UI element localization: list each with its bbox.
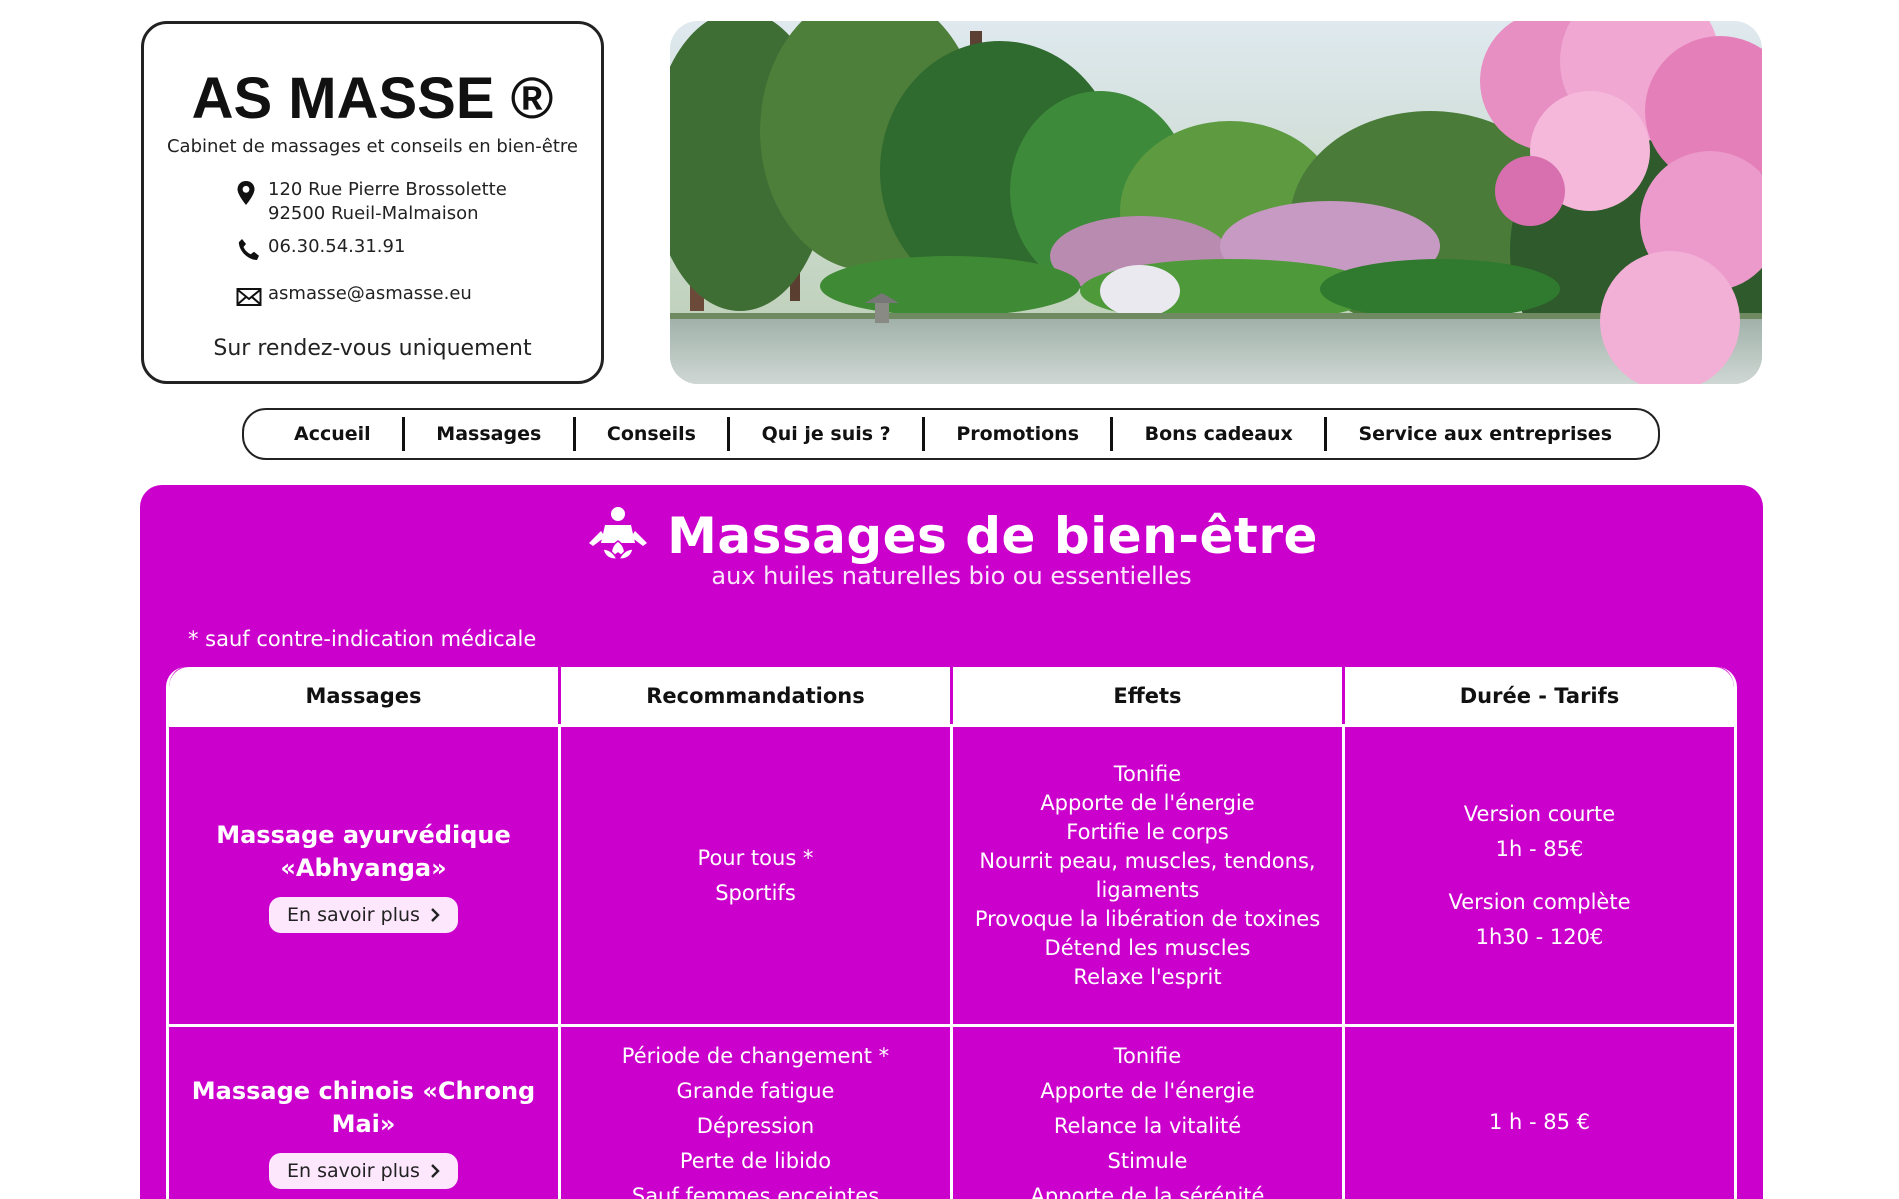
map-pin-icon: [236, 178, 268, 208]
column-header-recommandations: Recommandations: [558, 667, 950, 724]
garden-banner-image: [670, 21, 1762, 384]
phone-icon: [236, 235, 268, 265]
effect-item: Provoque la libération de toxines: [974, 906, 1321, 931]
brand-title: AS MASSE ®: [191, 66, 554, 131]
effects-cell: Tonifie Apporte de l'énergie Fortifie le…: [950, 727, 1342, 1024]
brand-tagline: Cabinet de massages et conseils en bien-…: [166, 136, 578, 157]
price-label: Version complète: [1448, 889, 1631, 914]
recommendation-item: Sauf femmes enceintes: [631, 1184, 880, 1199]
chevron-right-icon: [431, 907, 440, 922]
massage-cell: Massage chinois «Chrong Mai» En savoir p…: [169, 1027, 558, 1199]
nav-divider: [1110, 417, 1114, 451]
effect-item: Tonifie: [1113, 761, 1182, 786]
recommendations-cell: Période de changement * Grande fatigue D…: [558, 1027, 950, 1199]
column-header-duree-tarifs: Durée - Tarifs: [1342, 667, 1734, 724]
nav-divider: [922, 417, 926, 451]
nav-accueil[interactable]: Accueil: [288, 423, 377, 445]
price-label: Version courte: [1463, 801, 1616, 826]
effect-item: Tonifie: [1113, 1044, 1182, 1068]
recommendation-item: Période de changement *: [621, 1044, 890, 1068]
learn-more-label: En savoir plus: [287, 903, 420, 926]
effects-cell: Tonifie Apporte de l'énergie Relance la …: [950, 1027, 1342, 1199]
nav-service-entreprises[interactable]: Service aux entreprises: [1352, 423, 1618, 445]
email-row[interactable]: asmasse@asmasse.eu: [236, 282, 472, 312]
price-value: 1h - 85€: [1495, 836, 1584, 861]
address-row: 120 Rue Pierre Brossolette 92500 Rueil-M…: [236, 178, 507, 226]
address-line-2: 92500 Rueil-Malmaison: [268, 203, 479, 224]
table-row: Massage ayurvédique «Abhyanga» En savoir…: [169, 724, 1734, 1024]
panel-title-row: Massages de bien-être: [140, 505, 1763, 567]
lotus-meditation-icon: [585, 505, 651, 567]
contact-card: AS MASSE ® Cabinet de massages et consei…: [141, 21, 604, 384]
effect-item: Nourrit peau, muscles, tendons,: [979, 848, 1316, 873]
phone-link[interactable]: 06.30.54.31.91: [268, 235, 405, 259]
column-header-massages: Massages: [305, 683, 422, 708]
effect-item: Relance la vitalité: [1053, 1114, 1242, 1138]
table-header: Massages Recommandations Effets Durée - …: [169, 667, 1734, 724]
email-link[interactable]: asmasse@asmasse.eu: [268, 282, 472, 306]
effect-item: Détend les muscles: [1044, 935, 1251, 960]
nav-bons-cadeaux[interactable]: Bons cadeaux: [1139, 423, 1299, 445]
massage-name: Massage chinois «Chrong Mai»: [191, 1077, 536, 1138]
recommendation-item: Pour tous *: [697, 845, 814, 870]
envelope-icon: [236, 282, 268, 312]
nav-massages[interactable]: Massages: [430, 423, 547, 445]
effect-item: Apporte de l'énergie: [1040, 1079, 1255, 1103]
learn-more-button[interactable]: En savoir plus: [269, 1153, 458, 1189]
effect-item: Apporte de l'énergie: [1040, 790, 1255, 815]
column-header-effets: Effets: [950, 667, 1342, 724]
massage-name: Massage ayurvédique: [216, 820, 511, 849]
phone-row[interactable]: 06.30.54.31.91: [236, 235, 405, 265]
page-title: Massages de bien-être: [667, 507, 1318, 565]
medical-note: * sauf contre-indication médicale: [188, 627, 537, 651]
nav-divider: [401, 417, 405, 451]
table-row: Massage chinois «Chrong Mai» En savoir p…: [169, 1024, 1734, 1199]
nav-conseils[interactable]: Conseils: [601, 423, 702, 445]
nav-qui-je-suis[interactable]: Qui je suis ?: [756, 423, 897, 445]
nav-promotions[interactable]: Promotions: [950, 423, 1085, 445]
price-cell: 1 h - 85 €: [1342, 1027, 1734, 1199]
effect-item: ligaments: [1095, 877, 1200, 902]
price-value: 1 h - 85 €: [1488, 1110, 1591, 1134]
price-value: 1h30 - 120€: [1475, 924, 1604, 949]
nav-divider: [572, 417, 576, 451]
chevron-right-icon: [431, 1164, 440, 1178]
recommendation-item: Sportifs: [715, 880, 796, 905]
effect-item: Relaxe l'esprit: [1073, 964, 1222, 989]
appointment-note: Sur rendez-vous uniquement: [213, 336, 532, 361]
massages-table: Massages Recommandations Effets Durée - …: [166, 667, 1737, 1199]
massage-cell: Massage ayurvédique «Abhyanga» En savoir…: [169, 727, 558, 1024]
nav-divider: [1324, 417, 1328, 451]
recommendation-item: Perte de libido: [679, 1149, 832, 1173]
massages-panel: Massages de bien-être aux huiles naturel…: [140, 485, 1763, 1199]
page-subtitle: aux huiles naturelles bio ou essentielle…: [711, 562, 1192, 590]
address-line-1: 120 Rue Pierre Brossolette: [268, 179, 507, 200]
recommendation-item: Dépression: [696, 1114, 815, 1138]
recommendation-item: Grande fatigue: [676, 1079, 835, 1103]
effect-item: Stimule: [1107, 1149, 1188, 1173]
main-navigation: Accueil Massages Conseils Qui je suis ? …: [242, 408, 1660, 460]
learn-more-button[interactable]: En savoir plus: [269, 896, 458, 933]
effect-item: Fortifie le corps: [1066, 819, 1229, 844]
learn-more-label: En savoir plus: [287, 1160, 420, 1182]
massage-name-subtitle: «Abhyanga»: [280, 853, 447, 882]
nav-divider: [727, 417, 731, 451]
recommendations-cell: Pour tous * Sportifs: [558, 727, 950, 1024]
price-cell: Version courte 1h - 85€ Version complète…: [1342, 727, 1734, 1024]
effect-item: Apporte de la sérénité: [1030, 1184, 1265, 1199]
